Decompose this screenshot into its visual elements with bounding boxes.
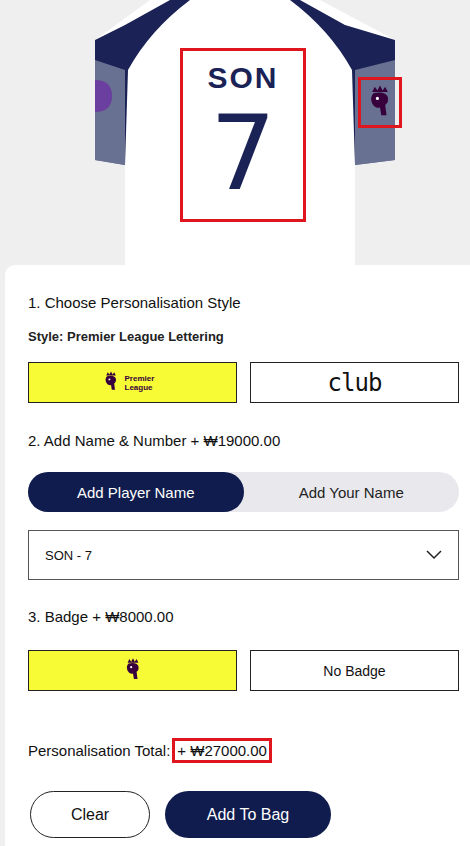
section-title: 2. Add Name & Number + ₩19000.00 xyxy=(28,431,459,451)
premier-league-lion-icon xyxy=(124,658,142,684)
clear-button[interactable]: Clear xyxy=(30,791,150,838)
personalisation-panel: 1. Choose Personalisation Style Style: Pr… xyxy=(5,265,470,846)
total-amount: + ₩27000.00 xyxy=(172,738,272,763)
option-label: No Badge xyxy=(323,663,385,679)
name-mode-tab[interactable]: Add Your Name xyxy=(244,472,460,512)
add-to-bag-button[interactable]: Add To Bag xyxy=(165,791,331,838)
style-options: Premier League club xyxy=(28,362,459,403)
premier-league-lion-icon xyxy=(103,371,119,395)
section-title: 1. Choose Personalisation Style xyxy=(28,293,459,313)
total-label: Personalisation Total: xyxy=(28,742,170,759)
option-label: Premier League xyxy=(125,374,163,392)
player-dropdown[interactable]: SON - 7 xyxy=(28,530,459,580)
badge-option[interactable]: No Badge xyxy=(250,650,459,691)
name-mode-toggle: Add Player NameAdd Your Name xyxy=(28,472,459,512)
option-label: club xyxy=(328,369,382,397)
name-mode-tab[interactable]: Add Player Name xyxy=(28,472,244,512)
style-label: Style: Premier League Lettering xyxy=(28,329,459,345)
style-option[interactable]: Premier League xyxy=(28,362,237,403)
chevron-down-icon xyxy=(426,548,442,563)
premier-league-lion-icon xyxy=(367,85,393,121)
preview-name: SON xyxy=(207,61,278,95)
section-title: 3. Badge + ₩8000.00 xyxy=(28,607,459,627)
dropdown-value: SON - 7 xyxy=(45,548,92,563)
name-number-preview: SON 7 xyxy=(180,48,306,222)
sleeve-badge-preview xyxy=(358,77,402,128)
personalisation-total: Personalisation Total:+ ₩27000.00 xyxy=(28,738,459,763)
badge-options: No Badge xyxy=(28,650,459,691)
badge-option[interactable] xyxy=(28,650,237,691)
action-buttons: Clear Add To Bag xyxy=(28,791,459,838)
style-option[interactable]: club xyxy=(250,362,459,403)
product-preview: SON 7 xyxy=(0,0,470,265)
preview-number: 7 xyxy=(210,101,276,205)
